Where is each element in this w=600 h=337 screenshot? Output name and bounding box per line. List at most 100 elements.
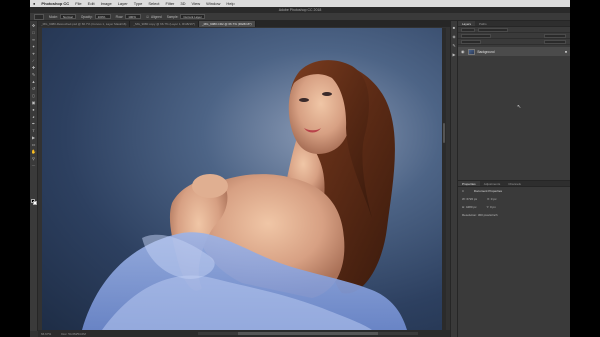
document-canvas[interactable] — [42, 28, 442, 330]
menu-app-name[interactable]: Photoshop CC — [41, 0, 69, 7]
brush-tool-icon[interactable]: ✎ — [31, 72, 36, 77]
sample-control[interactable]: Sample: Current Layer — [167, 14, 205, 19]
tab-properties[interactable]: Properties — [458, 181, 480, 186]
tab-cr2[interactable]: _MG_9080.CR2 @ 66.7% (RGB/16*) — [199, 21, 256, 27]
mode-select[interactable]: Normal — [59, 14, 76, 19]
aligned-label: Aligned — [151, 14, 162, 19]
layer-row-background[interactable]: ◉ Background ■ — [458, 47, 570, 56]
document-tabs: _MG_9080-Retouched.psd @ 66.7% (Curves 1… — [38, 21, 450, 27]
opacity-control[interactable]: Opacity: 100% — [81, 14, 111, 19]
properties-panel: Properties Adjustments Channels □ Docume… — [458, 180, 570, 337]
mouse-cursor-icon: ↖ — [517, 104, 522, 110]
history-brush-tool-icon[interactable]: ↺ — [31, 86, 36, 91]
play-actions-icon[interactable]: ▶ — [452, 52, 457, 57]
mode-control[interactable]: Mode: Normal — [49, 14, 76, 19]
menu-select[interactable]: Select — [148, 0, 159, 7]
path-select-tool-icon[interactable]: ▶ — [31, 135, 36, 140]
x-field[interactable]: X: 0 px — [487, 197, 496, 201]
healing-brush-tool-icon[interactable]: ✚ — [31, 65, 36, 70]
blur-tool-icon[interactable]: ● — [31, 107, 36, 112]
move-tool-icon[interactable]: ✥ — [31, 23, 36, 28]
options-bar: Mode: Normal Opacity: 100% Flow: 100% ☑ … — [30, 13, 570, 21]
zoom-tool-icon[interactable]: ⚲ — [31, 156, 36, 161]
vertical-scroll-thumb[interactable] — [443, 123, 445, 143]
layer-name: Background — [477, 49, 495, 54]
marquee-tool-icon[interactable]: □ — [31, 30, 36, 35]
props-title-row: □ Document Properties — [458, 187, 570, 195]
gradient-tool-icon[interactable]: ▣ — [31, 100, 36, 105]
blend-mode-select[interactable] — [461, 33, 491, 38]
dodge-tool-icon[interactable]: ◕ — [31, 114, 36, 119]
tool-preset-picker[interactable] — [34, 13, 44, 20]
eraser-tool-icon[interactable]: ▯ — [31, 93, 36, 98]
pen-tool-icon[interactable]: ✒ — [31, 121, 36, 126]
doc-size: Doc: 54.0M/54.0M — [61, 331, 86, 336]
lock-icon[interactable]: ■ — [565, 50, 567, 54]
props-title: Document Properties — [473, 189, 502, 193]
menu-type[interactable]: Type — [134, 0, 143, 7]
horizontal-scroll-thumb[interactable] — [238, 332, 378, 335]
menu-file[interactable]: File — [75, 0, 81, 7]
opacity-label: Opacity: — [80, 14, 93, 19]
aligned-checkbox[interactable]: ☑ Aligned — [146, 15, 162, 19]
zoom-level[interactable]: 66.67% — [41, 332, 51, 336]
mode-label: Mode: — [49, 14, 58, 19]
color-panel-icon[interactable]: ◈ — [452, 34, 457, 39]
more-tools-icon[interactable]: ⋯ — [31, 163, 36, 168]
layer-kind-filter[interactable] — [461, 27, 475, 32]
horizontal-scrollbar[interactable] — [198, 332, 418, 335]
tab-copy[interactable]: _MG_9080 copy @ 66.7% (Layer 1, RGB/16*) — [130, 21, 199, 27]
shape-tool-icon[interactable]: ▭ — [31, 142, 36, 147]
document-icon: □ — [462, 189, 464, 193]
fill-field[interactable] — [544, 39, 566, 44]
type-tool-icon[interactable]: T — [31, 128, 36, 133]
background-color-swatch[interactable] — [33, 201, 37, 205]
lasso-tool-icon[interactable]: ∞ — [31, 37, 36, 42]
tab-paths[interactable]: Paths — [475, 21, 491, 26]
checkbox-icon[interactable]: ☑ — [146, 15, 149, 19]
portrait-photo — [82, 60, 407, 330]
menu-layer[interactable]: Layer — [118, 0, 128, 7]
menu-edit[interactable]: Edit — [88, 0, 95, 7]
tab-adjustments[interactable]: Adjustments — [480, 181, 505, 186]
sample-label: Sample: — [166, 14, 179, 19]
layer-filter-icons[interactable] — [478, 27, 508, 32]
width-field[interactable]: W: 6720 px — [462, 197, 477, 201]
opacity-field[interactable]: 100% — [94, 14, 111, 19]
clone-stamp-tool-icon[interactable]: ▲ — [31, 79, 36, 84]
menu-3d[interactable]: 3D — [180, 0, 185, 7]
props-resolution-row: Resolution: 300 pixels/inch — [458, 211, 570, 219]
quick-select-tool-icon[interactable]: ✦ — [31, 44, 36, 49]
props-wh-row: W: 6720 px X: 0 px — [458, 195, 570, 203]
resolution-text: Resolution: 300 pixels/inch — [462, 213, 498, 217]
apple-icon[interactable]: ● — [33, 0, 35, 7]
left-letterbox — [0, 0, 30, 337]
brush-panel-icon[interactable]: ✎ — [452, 43, 457, 48]
vertical-scrollbar[interactable] — [442, 28, 446, 330]
crop-tool-icon[interactable]: ⌖ — [31, 51, 36, 56]
menu-filter[interactable]: Filter — [166, 0, 175, 7]
height-field[interactable]: H: 4480 px — [462, 205, 477, 209]
layer-thumbnail — [467, 48, 475, 55]
hand-tool-icon[interactable]: ✋ — [31, 149, 36, 154]
sample-select[interactable]: Current Layer — [180, 14, 205, 19]
y-field[interactable]: Y: 0 px — [487, 205, 496, 209]
tab-retouched[interactable]: _MG_9080-Retouched.psd @ 66.7% (Curves 1… — [38, 21, 131, 27]
flow-field[interactable]: 100% — [125, 14, 142, 19]
lock-options[interactable] — [461, 39, 481, 44]
tab-channels[interactable]: Channels — [504, 181, 525, 186]
menu-view[interactable]: View — [192, 0, 201, 7]
eye-icon[interactable]: ◉ — [461, 49, 465, 54]
flow-control[interactable]: Flow: 100% — [116, 14, 142, 19]
eyedropper-tool-icon[interactable]: ⁄ — [31, 58, 36, 63]
menu-image[interactable]: Image — [101, 0, 112, 7]
menubar: ● Photoshop CC File Edit Image Layer Typ… — [30, 0, 570, 7]
history-panel-icon[interactable]: ■ — [452, 25, 457, 30]
tab-layers[interactable]: Layers — [458, 21, 476, 26]
status-bar: 66.67% Doc: 54.0M/54.0M — [38, 330, 450, 337]
panels-dock: Layers Paths ◉ Background ■ ∞ fx ◉ — [458, 21, 570, 337]
menu-window[interactable]: Window — [206, 0, 220, 7]
panel-icons-column: ■ ◈ ✎ ▶ — [450, 21, 458, 337]
layer-opacity-field[interactable] — [544, 33, 566, 38]
menu-help[interactable]: Help — [226, 0, 234, 7]
